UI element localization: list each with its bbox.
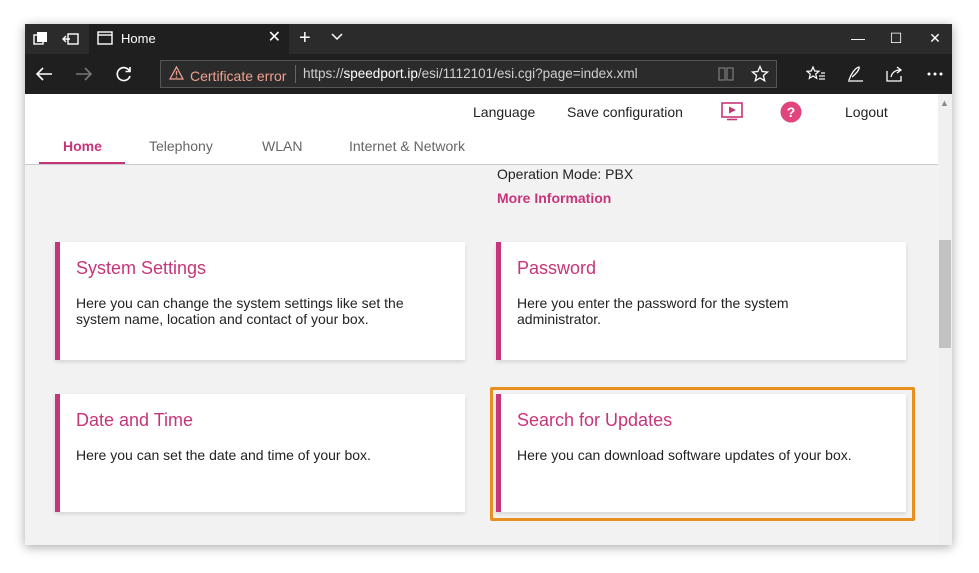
card-accent-bar [496, 242, 501, 360]
url-text[interactable]: https://speedport.ip/esi/1112101/esi.cgi… [303, 66, 638, 81]
card-description: Here you can change the system settings … [76, 295, 404, 327]
scroll-thumb[interactable] [939, 240, 951, 348]
video-icon[interactable] [721, 102, 743, 126]
new-tab-icon[interactable]: + [299, 27, 311, 49]
address-bar-row: Certificate error https://speedport.ip/e… [25, 54, 952, 94]
scroll-up-icon[interactable]: ▲ [940, 98, 949, 108]
more-information-link[interactable]: More Information [497, 190, 611, 206]
close-icon[interactable]: ✕ [268, 29, 281, 47]
warning-icon [168, 65, 185, 85]
card-description: Here you can set the date and time of yo… [76, 447, 371, 463]
url-prefix: https:// [303, 66, 344, 81]
page-content: Language Save configuration ? Logout Hom… [25, 94, 952, 545]
logout-link[interactable]: Logout [845, 104, 888, 120]
card-title[interactable]: System Settings [76, 258, 206, 279]
card-system-settings[interactable]: System Settings Here you can change the … [55, 242, 465, 360]
card-password[interactable]: Password Here you enter the password for… [496, 242, 906, 360]
more-icon[interactable] [923, 62, 947, 86]
card-title[interactable]: Password [517, 258, 596, 279]
svg-text:?: ? [787, 104, 796, 120]
certificate-error-indicator[interactable]: Certificate error [168, 65, 287, 85]
title-bar: Home ✕ + — ☐ ✕ [25, 24, 952, 54]
card-title[interactable]: Date and Time [76, 410, 193, 431]
tab-actions-icon[interactable] [31, 29, 51, 49]
browser-window: Home ✕ + — ☐ ✕ Certificate error https:/… [25, 24, 952, 545]
pen-icon[interactable] [843, 62, 867, 86]
certificate-error-label: Certificate error [190, 67, 287, 84]
tab-home[interactable]: Home ✕ [89, 24, 289, 54]
url-host: speedport.ip [343, 66, 418, 81]
page-icon [97, 31, 113, 51]
favorites-hub-icon[interactable] [804, 62, 828, 86]
maximize-button[interactable]: ☐ [881, 30, 911, 46]
reading-view-icon[interactable] [717, 65, 735, 88]
highlight-frame [490, 387, 915, 521]
save-configuration-link[interactable]: Save configuration [567, 104, 683, 120]
back-icon[interactable] [31, 62, 57, 86]
address-field[interactable]: Certificate error https://speedport.ip/e… [160, 60, 777, 88]
card-description: Here you enter the password for the syst… [517, 295, 789, 327]
nav-internet-network[interactable]: Internet & Network [349, 138, 465, 154]
url-path: /esi/1112101/esi.cgi?page=index.xml [417, 66, 638, 81]
active-nav-indicator [39, 162, 125, 164]
nav-wlan[interactable]: WLAN [262, 138, 302, 154]
favorite-star-icon[interactable] [750, 64, 770, 88]
site-header: Language Save configuration ? Logout Hom… [25, 94, 938, 165]
nav-home[interactable]: Home [63, 138, 102, 154]
refresh-icon[interactable] [111, 62, 137, 86]
card-accent-bar [55, 394, 60, 512]
tab-aside-icon[interactable] [61, 29, 81, 49]
minimize-button[interactable]: — [843, 30, 873, 46]
card-accent-bar [55, 242, 60, 360]
tab-title: Home [121, 31, 156, 46]
language-link[interactable]: Language [473, 104, 535, 120]
close-window-button[interactable]: ✕ [920, 30, 950, 46]
forward-icon[interactable] [71, 62, 97, 86]
url-divider [295, 65, 296, 83]
share-icon[interactable] [883, 62, 907, 86]
nav-telephony[interactable]: Telephony [149, 138, 213, 154]
chevron-down-icon[interactable] [330, 30, 344, 49]
help-icon[interactable]: ? [780, 101, 802, 128]
card-date-and-time[interactable]: Date and Time Here you can set the date … [55, 394, 465, 512]
operation-mode-text: Operation Mode: PBX [497, 166, 634, 182]
page-scrollbar[interactable]: ▲ [938, 94, 952, 545]
